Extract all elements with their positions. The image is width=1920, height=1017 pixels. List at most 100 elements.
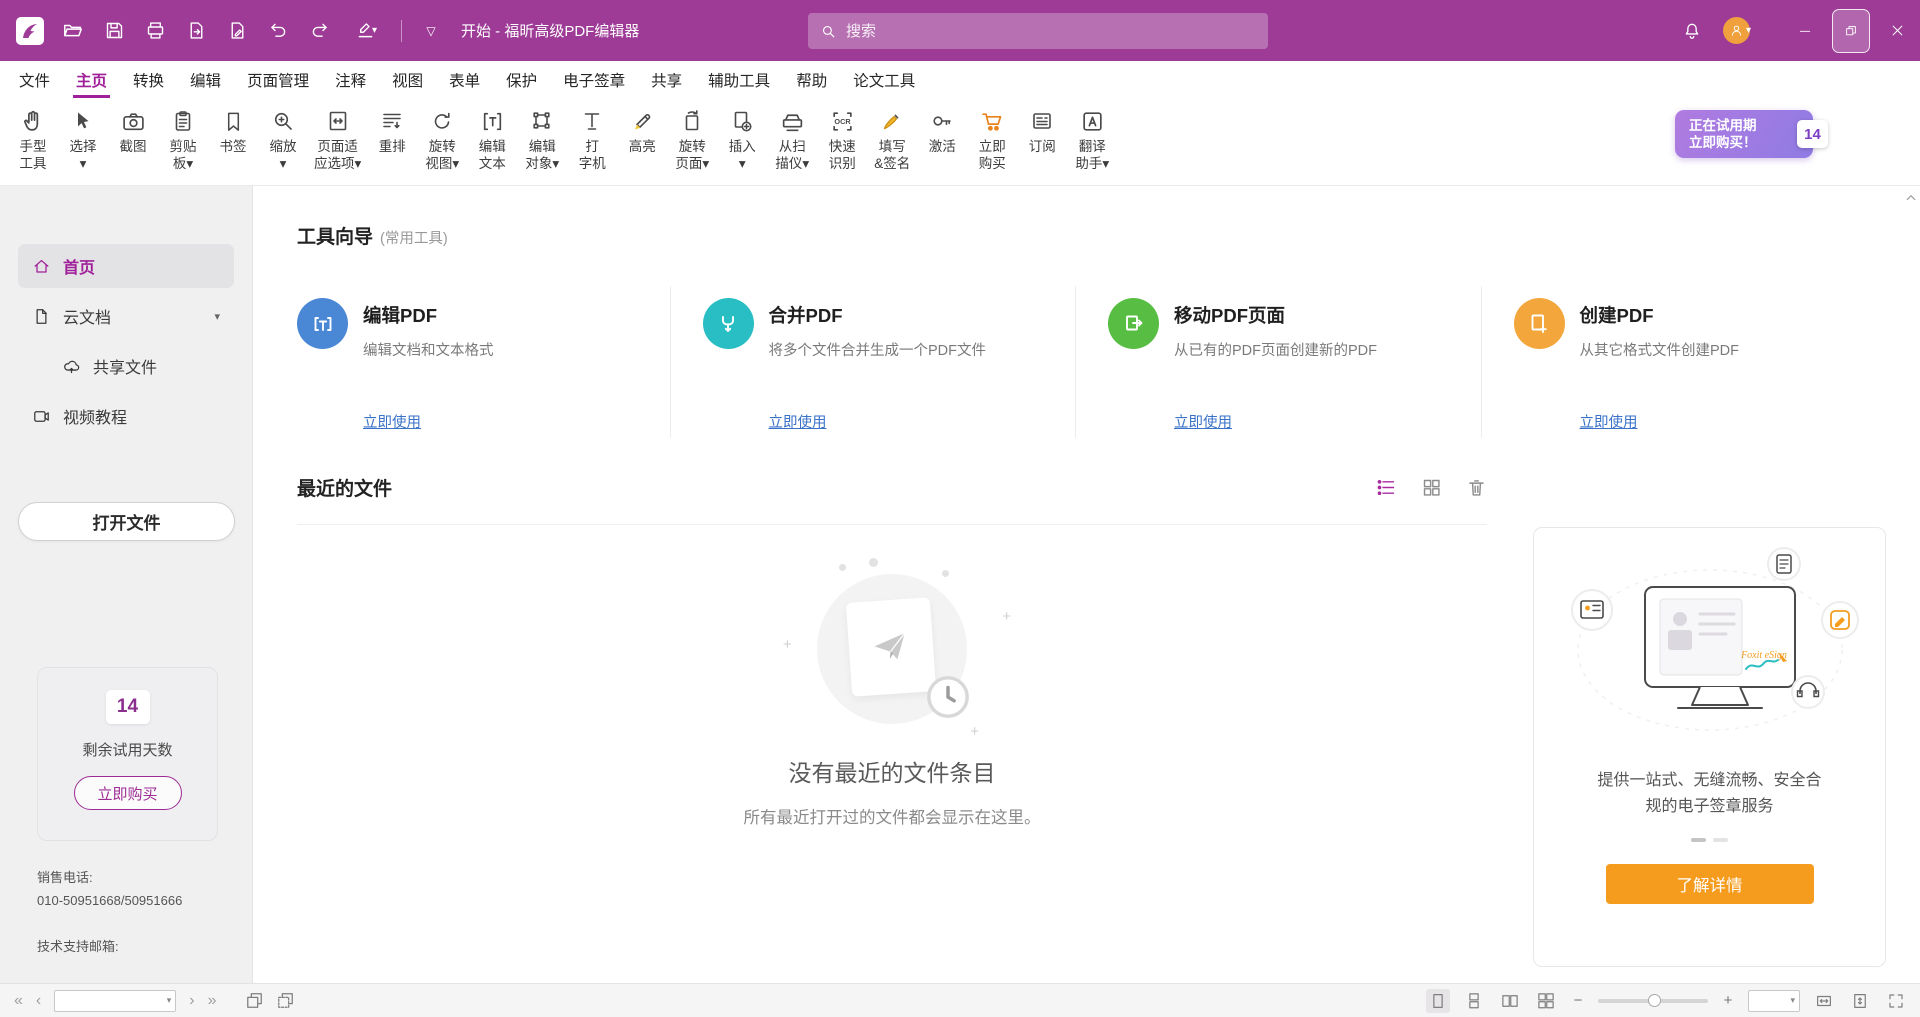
facing-view-icon[interactable] xyxy=(1498,989,1522,1013)
menu-tab-paper-tools[interactable]: 论文工具 xyxy=(840,61,928,98)
zoom-tool-button[interactable]: 缩放 ▾ xyxy=(258,105,308,185)
list-view-icon[interactable] xyxy=(1376,477,1397,498)
fullscreen-icon[interactable] xyxy=(1884,989,1908,1013)
trial-period-badge[interactable]: 正在试用期 立即购买！ 14 xyxy=(1675,110,1813,158)
menu-tab-help[interactable]: 帮助 xyxy=(783,61,840,98)
snapshot-pages-alt-icon[interactable] xyxy=(276,991,295,1010)
page-number-combo[interactable]: ▾ xyxy=(54,990,176,1012)
menu-tab-view[interactable]: 视图 xyxy=(379,61,436,98)
card-merge-pdf: 合并PDF 将多个文件合并生成一个PDF文件 立即使用 xyxy=(670,286,1076,438)
export-pdf-icon[interactable] xyxy=(178,13,214,49)
redo-icon[interactable] xyxy=(301,13,337,49)
menu-tab-page-manage[interactable]: 页面管理 xyxy=(234,61,322,98)
scrollbar-up-icon[interactable] xyxy=(1905,192,1917,204)
edit-object-tool-button[interactable]: 编辑 对象▾ xyxy=(517,105,567,185)
select-tool-button[interactable]: 选择 ▾ xyxy=(58,105,108,185)
collapse-ribbon-icon[interactable]: ▽ xyxy=(413,13,449,49)
zoom-slider[interactable] xyxy=(1598,999,1708,1003)
snapshot-tool-button[interactable]: 截图 xyxy=(108,105,158,185)
facing-continuous-view-icon[interactable] xyxy=(1534,989,1558,1013)
activate-tool-button[interactable]: 激活 xyxy=(917,105,967,185)
print-icon[interactable] xyxy=(137,13,173,49)
insert-pages-tool-button[interactable]: 插入 ▾ xyxy=(717,105,767,185)
zoom-slider-handle[interactable] xyxy=(1648,994,1661,1007)
zoom-level-input[interactable] xyxy=(1753,994,1790,1008)
page-fit-tool-button[interactable]: 页面适 应选项▾ xyxy=(308,105,367,185)
edit-text-tool-button[interactable]: 编辑 文本 xyxy=(467,105,517,185)
search-input[interactable] xyxy=(846,23,1256,40)
reflow-icon xyxy=(380,105,404,137)
menu-tab-protect[interactable]: 保护 xyxy=(493,61,550,98)
move-pdf-use-link[interactable]: 立即使用 xyxy=(1174,411,1232,432)
open-file-button[interactable]: 打开文件 xyxy=(18,502,235,541)
account-avatar[interactable]: ▾ xyxy=(1710,13,1764,49)
menu-tab-comment[interactable]: 注释 xyxy=(322,61,379,98)
create-pdf-icon[interactable] xyxy=(219,13,255,49)
menu-tab-form[interactable]: 表单 xyxy=(436,61,493,98)
menu-tab-file[interactable]: 文件 xyxy=(6,61,63,98)
snapshot-pages-icon[interactable] xyxy=(245,991,264,1010)
merge-pdf-use-link[interactable]: 立即使用 xyxy=(769,411,827,432)
fit-width-icon[interactable] xyxy=(1812,989,1836,1013)
cursor-icon xyxy=(71,105,95,137)
learn-more-button[interactable]: 了解详情 xyxy=(1606,864,1814,904)
cloud-doc-icon xyxy=(32,307,51,326)
translate-tool-button[interactable]: 翻译 助手▾ xyxy=(1067,105,1117,185)
zoom-level-combo[interactable]: ▾ xyxy=(1748,990,1800,1012)
hand-icon xyxy=(20,105,46,137)
menu-tab-esign[interactable]: 电子签章 xyxy=(550,61,638,98)
rotate-view-tool-button[interactable]: 旋转 视图▾ xyxy=(417,105,467,185)
typewriter-tool-button[interactable]: 打 字机 xyxy=(567,105,617,185)
save-icon[interactable] xyxy=(96,13,132,49)
page-number-input[interactable] xyxy=(59,994,166,1008)
menu-tab-convert[interactable]: 转换 xyxy=(120,61,177,98)
ocr-tool-button[interactable]: OCR 快速 识别 xyxy=(817,105,867,185)
close-button[interactable] xyxy=(1874,0,1920,61)
scanner-tool-button[interactable]: 从扫 描仪▾ xyxy=(767,105,817,185)
bookmark-tool-button[interactable]: 书签 xyxy=(208,105,258,185)
search-icon xyxy=(820,23,837,40)
notification-bell-icon[interactable] xyxy=(1674,13,1710,49)
zoom-out-button[interactable]: − xyxy=(1570,992,1586,1009)
fill-sign-tool-button[interactable]: 填写 &签名 xyxy=(867,105,917,185)
carousel-dot[interactable] xyxy=(1713,838,1728,842)
next-page-button[interactable]: › xyxy=(189,993,194,1009)
last-page-button[interactable]: » xyxy=(208,993,217,1009)
buy-now-button[interactable]: 立即购买 xyxy=(74,776,182,810)
prev-page-button[interactable]: ‹ xyxy=(36,993,41,1009)
subscribe-tool-button[interactable]: 订阅 xyxy=(1017,105,1067,185)
single-page-view-icon[interactable] xyxy=(1426,989,1450,1013)
carousel-dot-active[interactable] xyxy=(1691,838,1706,842)
undo-icon[interactable] xyxy=(260,13,296,49)
trash-icon[interactable] xyxy=(1466,477,1487,498)
menu-tab-edit[interactable]: 编辑 xyxy=(177,61,234,98)
continuous-view-icon[interactable] xyxy=(1462,989,1486,1013)
sidebar-item-shared-files[interactable]: 共享文件 xyxy=(18,344,234,388)
menu-tab-share[interactable]: 共享 xyxy=(638,61,695,98)
menu-tab-accessibility[interactable]: 辅助工具 xyxy=(695,61,783,98)
rotate-pages-tool-button[interactable]: 旋转 页面▾ xyxy=(667,105,717,185)
sign-icon[interactable]: ▾ xyxy=(342,13,390,49)
sidebar-item-video-tutorials[interactable]: 视频教程 xyxy=(18,394,234,438)
hand-tool-button[interactable]: 手型 工具 xyxy=(8,105,58,185)
minimize-button[interactable] xyxy=(1782,0,1828,61)
zoom-in-button[interactable]: + xyxy=(1720,992,1736,1009)
first-page-button[interactable]: « xyxy=(14,993,23,1009)
create-pdf-use-link[interactable]: 立即使用 xyxy=(1580,411,1638,432)
menu-tab-home[interactable]: 主页 xyxy=(63,61,120,98)
sidebar-item-cloud-docs[interactable]: 云文档 ▾ xyxy=(18,294,234,338)
edit-pdf-use-link[interactable]: 立即使用 xyxy=(363,411,421,432)
foxit-logo[interactable] xyxy=(10,13,50,49)
sidebar-item-home[interactable]: 首页 xyxy=(18,244,234,288)
esign-promo-panel: Foxit eSign 提供一站式、无缝流畅、安全合 规的电子签章服务 了解详情 xyxy=(1533,527,1886,967)
highlight-tool-button[interactable]: 高亮 xyxy=(617,105,667,185)
restore-button[interactable] xyxy=(1832,9,1870,53)
create-pdf-icon xyxy=(1514,298,1565,349)
clipboard-tool-button[interactable]: 剪贴 板▾ xyxy=(158,105,208,185)
reflow-tool-button[interactable]: 重排 xyxy=(367,105,417,185)
buy-now-tool-button[interactable]: 立即 购买 xyxy=(967,105,1017,185)
main-content: 工具向导 (常用工具) 编辑PDF 编辑文档和文本格式 立即使用 xyxy=(253,186,1920,983)
fit-page-icon[interactable] xyxy=(1848,989,1872,1013)
grid-view-icon[interactable] xyxy=(1421,477,1442,498)
open-file-icon[interactable] xyxy=(55,13,91,49)
